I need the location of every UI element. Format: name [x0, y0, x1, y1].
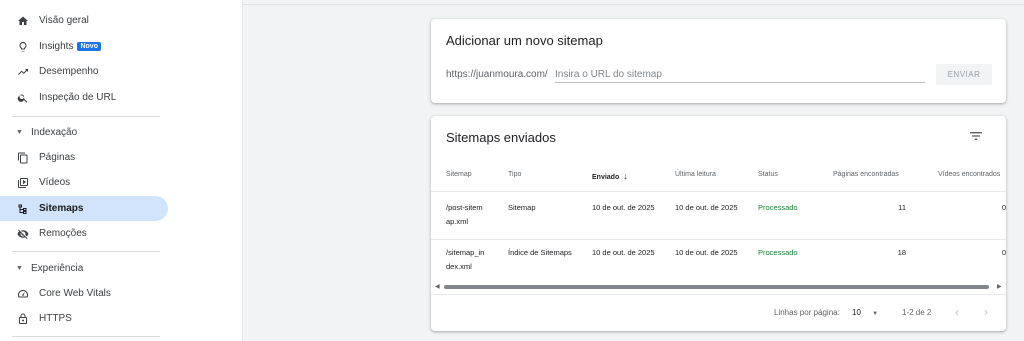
sidebar-item-pages[interactable]: Páginas: [0, 145, 75, 170]
cell-videos-found: 0: [1001, 203, 1006, 212]
col-header-submitted[interactable]: Enviado ↓: [592, 171, 628, 181]
sidebar-item-label: Visão geral: [39, 15, 89, 26]
add-sitemap-card: Adicionar um novo sitemap https://juanmo…: [431, 19, 1006, 103]
sidebar-item-core-web-vitals[interactable]: Core Web Vitals: [0, 281, 111, 306]
lightbulb-icon: [16, 40, 30, 54]
add-sitemap-title: Adicionar um novo sitemap: [446, 33, 603, 48]
sidebar: Visão geral Insights Novo Desempenho Ins…: [0, 0, 243, 341]
video-icon: [16, 176, 30, 190]
sidebar-item-label: Insights: [39, 41, 74, 52]
sidebar-divider: [12, 116, 160, 117]
sidebar-item-overview[interactable]: Visão geral: [0, 8, 89, 33]
rows-per-page-select[interactable]: 10 ▼: [852, 308, 878, 317]
sidebar-item-removals[interactable]: Remoções: [0, 221, 87, 246]
sitemap-icon: [16, 202, 30, 216]
scroll-left-icon[interactable]: ◀: [435, 283, 440, 290]
cell-type: Sitemap: [508, 203, 536, 212]
next-page-icon[interactable]: ›: [984, 305, 988, 319]
lock-icon: [16, 312, 30, 326]
section-experiencia[interactable]: ▼ Experiência: [0, 257, 83, 279]
sidebar-item-insights[interactable]: Insights Novo: [0, 34, 101, 59]
sidebar-item-label: Páginas: [39, 152, 76, 163]
caret-down-icon: ▼: [16, 128, 23, 136]
rows-per-page-value: 10: [852, 308, 861, 317]
dropdown-arrow-icon: ▼: [872, 311, 879, 317]
cell-pages-found: 11: [898, 203, 906, 212]
sidebar-divider: [12, 336, 160, 337]
rows-per-page-label: Linhas por página:: [774, 308, 840, 317]
trending-up-icon: [16, 65, 30, 79]
row-divider: [431, 239, 1006, 240]
top-divider: [243, 4, 1024, 5]
scroll-right-icon[interactable]: ▶: [997, 283, 1002, 290]
section-indexacao[interactable]: ▼ Indexação: [0, 121, 77, 143]
sidebar-item-label: Desempenho: [39, 66, 99, 77]
cell-type: Índice de Sitemaps: [508, 248, 572, 257]
cell-sitemap: /sitemap_in dex.xml: [446, 248, 485, 271]
sidebar-item-label: Inspeção de URL: [39, 92, 117, 103]
sidebar-item-sitemaps[interactable]: Sitemaps: [0, 196, 168, 221]
cell-status: Processado: [758, 203, 798, 212]
submitted-sitemaps-title: Sitemaps enviados: [446, 130, 556, 145]
caret-down-icon: ▼: [16, 264, 23, 272]
col-header-status[interactable]: Status: [758, 171, 778, 178]
section-label: Experiência: [31, 262, 84, 274]
sidebar-item-performance[interactable]: Desempenho: [0, 59, 98, 84]
pagination-range: 1-2 de 2: [902, 308, 932, 317]
speed-gauge-icon: [16, 287, 30, 301]
sidebar-item-url-inspection[interactable]: Inspeção de URL: [0, 85, 116, 110]
arrow-down-icon: ↓: [623, 171, 628, 181]
sitemap-url-input[interactable]: [555, 67, 925, 83]
col-header-videos-found[interactable]: Vídeos encontrados: [938, 171, 1000, 178]
submit-button[interactable]: ENVIAR: [936, 64, 992, 85]
cell-last-read: 10 de out. de 2025: [675, 248, 738, 257]
cell-submitted: 10 de out. de 2025: [592, 248, 655, 257]
col-header-sitemap[interactable]: Sitemap: [446, 171, 472, 178]
site-url-prefix: https://juanmoura.com/: [446, 69, 548, 80]
cell-submitted: 10 de out. de 2025: [592, 203, 655, 212]
section-label: Indexação: [31, 126, 78, 138]
cell-pages-found: 18: [897, 248, 906, 257]
sidebar-item-label: Remoções: [39, 228, 87, 239]
cell-status: Processado: [758, 248, 798, 257]
cell-videos-found: 0: [1001, 248, 1006, 257]
row-divider: [431, 191, 1006, 192]
cell-last-read: 10 de out. de 2025: [675, 203, 738, 212]
pages-icon: [16, 151, 30, 165]
sidebar-item-label: Vídeos: [39, 177, 71, 188]
col-header-label: Enviado: [592, 174, 620, 181]
col-header-last-read[interactable]: Última leitura: [675, 171, 716, 178]
row-divider: [431, 294, 1006, 295]
col-header-type[interactable]: Tipo: [508, 171, 521, 178]
sidebar-item-label: HTTPS: [39, 313, 72, 324]
sidebar-item-label: Sitemaps: [39, 203, 84, 214]
new-badge: Novo: [77, 42, 101, 51]
sidebar-item-https[interactable]: HTTPS: [0, 306, 72, 331]
submitted-sitemaps-card: Sitemaps enviados Sitemap Tipo Enviado ↓ …: [431, 116, 1006, 331]
sidebar-item-videos[interactable]: Vídeos: [0, 170, 70, 195]
sidebar-divider: [12, 251, 160, 252]
home-icon: [16, 14, 30, 28]
previous-page-icon[interactable]: ‹: [955, 305, 959, 319]
cell-sitemap: /post-sitem ap.xml: [446, 203, 483, 226]
sidebar-item-label: Core Web Vitals: [39, 288, 111, 299]
scrollbar-thumb[interactable]: [444, 285, 989, 289]
visibility-off-icon: [16, 227, 30, 241]
search-icon: [16, 91, 30, 105]
col-header-pages-found[interactable]: Páginas encontradas: [833, 171, 899, 178]
filter-icon[interactable]: [968, 128, 984, 144]
